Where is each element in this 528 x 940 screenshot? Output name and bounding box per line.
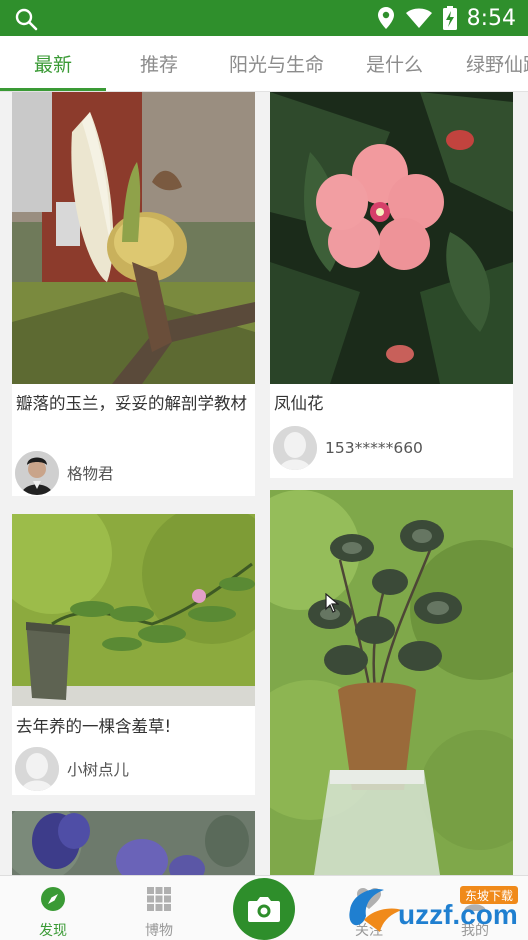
tab-recommended[interactable]: 推荐 (140, 36, 178, 91)
avatar[interactable] (15, 451, 59, 495)
tab-green-wild[interactable]: 绿野仙踪 (466, 36, 528, 91)
search-icon[interactable] (14, 7, 38, 31)
camera-icon (248, 897, 280, 922)
battery-icon (442, 6, 457, 30)
avatar[interactable] (273, 426, 317, 470)
post-author[interactable]: 格物君 (15, 451, 114, 495)
status-bar: 8:54 (0, 0, 528, 36)
author-name: 格物君 (67, 465, 114, 483)
default-avatar-icon (15, 747, 59, 791)
post-title[interactable]: 凤仙花 (274, 392, 507, 416)
location-icon (377, 7, 394, 29)
compass-icon (41, 887, 65, 911)
tab-what-is[interactable]: 是什么 (366, 36, 423, 91)
post-card[interactable] (12, 811, 255, 875)
post-photo[interactable] (12, 811, 255, 875)
nav-label: 发现 (39, 923, 67, 939)
post-card[interactable]: 凤仙花 153*****660 (270, 92, 513, 478)
author-name: 小树点儿 (67, 761, 130, 779)
mouse-cursor-icon (325, 593, 339, 613)
author-name: 153*****660 (325, 439, 423, 457)
post-feed[interactable]: 瓣落的玉兰，妥妥的解剖学教材 格物君 凤仙花 153*****660 去年养的一… (0, 92, 528, 875)
post-title[interactable]: 瓣落的玉兰，妥妥的解剖学教材 (16, 392, 249, 416)
wifi-icon (405, 8, 432, 28)
nav-museum[interactable]: 博物 (124, 886, 194, 940)
clock-time: 8:54 (466, 5, 516, 31)
avatar[interactable] (15, 747, 59, 791)
active-tab-indicator (0, 88, 106, 91)
default-avatar-icon (273, 426, 317, 470)
category-tabs: 最新 推荐 阳光与生命 是什么 绿野仙踪 (0, 36, 528, 92)
grid-icon (147, 887, 171, 911)
post-photo[interactable] (270, 490, 513, 875)
post-card[interactable]: 瓣落的玉兰，妥妥的解剖学教材 格物君 (12, 92, 255, 496)
post-card[interactable] (270, 490, 513, 875)
tab-sunlight-life[interactable]: 阳光与生命 (229, 36, 324, 91)
post-author[interactable]: 小树点儿 (15, 747, 129, 791)
nav-label: 博物 (145, 923, 173, 939)
tab-latest[interactable]: 最新 (34, 36, 72, 91)
post-photo[interactable] (12, 514, 255, 706)
post-photo[interactable] (12, 92, 255, 384)
watermark-logo: 东坡下载 uzzf.com (349, 886, 518, 932)
nav-discover[interactable]: 发现 (18, 886, 88, 940)
post-author[interactable]: 153*****660 (273, 426, 423, 470)
user-avatar-photo (15, 451, 59, 495)
post-photo[interactable] (270, 92, 513, 384)
watermark-text: uzzf.com (398, 899, 518, 930)
camera-button[interactable] (233, 878, 295, 940)
post-title[interactable]: 去年养的一棵含羞草! (16, 715, 249, 739)
post-card[interactable]: 去年养的一棵含羞草! 小树点儿 (12, 514, 255, 795)
